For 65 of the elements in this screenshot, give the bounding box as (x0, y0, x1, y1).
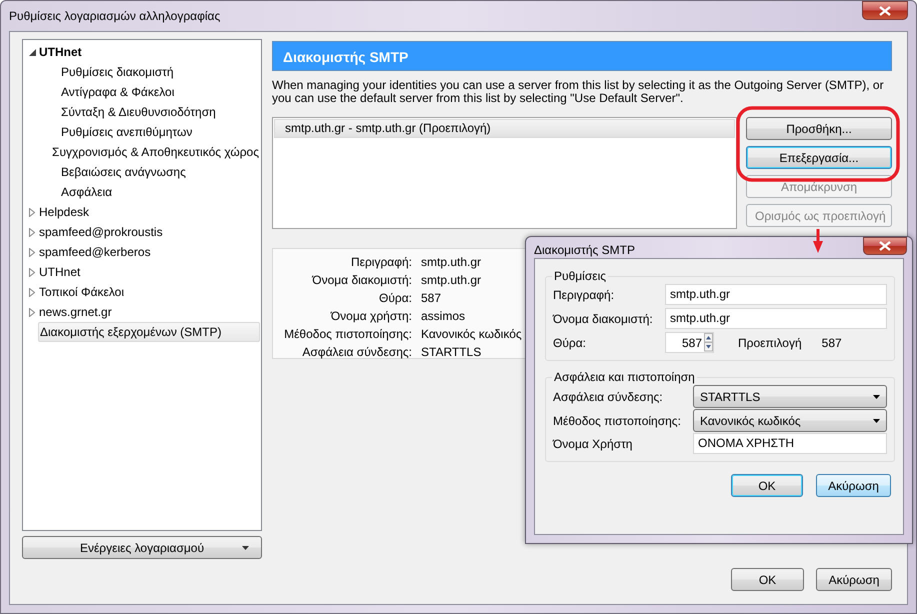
tree-item[interactable]: Διακομιστής εξερχομένων (SMTP) (38, 322, 260, 342)
group-title: Ρυθμίσεις (553, 269, 608, 283)
caret-icon (873, 418, 880, 422)
close-button[interactable] (863, 237, 907, 255)
detail-value: assimos (421, 309, 466, 323)
detail-value: smtp.uth.gr (421, 255, 482, 269)
detail-label: Ασφάλεια σύνδεσης: (301, 345, 412, 359)
cancel-button[interactable]: Ακύρωση (816, 568, 892, 591)
tree-item[interactable]: Ρυθμίσεις διακομιστή (60, 65, 175, 79)
detail-label: Μέθοδος πιστοποίησης: (283, 327, 412, 341)
arrow (812, 229, 824, 253)
cancel-button[interactable]: Ακύρωση (816, 474, 891, 497)
dropdown[interactable]: Κανονικός κωδικός (693, 409, 887, 432)
ok-button[interactable]: OK (731, 568, 804, 591)
server-item[interactable]: smtp.uth.gr - smtp.uth.gr (Προεπιλογή) (274, 119, 735, 138)
tree-item[interactable]: spamfeed@prokroustis (38, 225, 164, 239)
detail-value: STARTTLS (421, 345, 482, 359)
close-button[interactable] (862, 1, 908, 20)
tree-item[interactable]: spamfeed@kerberos (38, 245, 152, 259)
tree-item[interactable]: UTHnet (38, 265, 82, 279)
default-label: Προεπιλογή (738, 336, 802, 350)
description-text: When managing your identities you can use a server from this list by selecting it as the Outgoing Server (SMTP), or you can use the default server from this list by selecting "Use Default Server". (272, 79, 885, 105)
field-label: Μέθοδος πιστοποίησης: (553, 414, 682, 428)
field-label: Θύρα: (553, 336, 587, 350)
input-field[interactable]: smtp.uth.gr (665, 284, 887, 305)
tree-item[interactable]: Σύνταξη & Διευθυνσιοδότηση (60, 105, 217, 119)
detail-value: smtp.uth.gr (421, 273, 482, 287)
dropdown[interactable]: STARTTLS (693, 385, 887, 408)
input-field[interactable]: ΟΝΟΜΑ ΧΡΗΣΤΗ (693, 433, 887, 454)
tree-item[interactable]: Βεβαιώσεις ανάγνωσης (60, 165, 187, 179)
edit-button[interactable]: Επεξεργασία... (746, 146, 892, 169)
port-field[interactable]: 587 (665, 332, 714, 353)
tree-item[interactable]: Συγχρονισμός & Αποθηκευτικός χώρος (51, 145, 260, 159)
window-title: Ρυθμίσεις λογαριασμών αλληλογραφίας (9, 9, 220, 23)
tree-item[interactable]: UTHnet (38, 45, 83, 59)
detail-value: 587 (421, 291, 442, 305)
field-label: Όνομα διακομιστή: (553, 312, 654, 326)
field-label: Περιγραφή: (553, 288, 616, 302)
ok-button[interactable]: OK (731, 474, 803, 497)
tree-item[interactable]: Ρυθμίσεις ανεπιθύμητων (60, 125, 194, 139)
tree-item[interactable]: news.grnet.gr (38, 305, 113, 319)
account-actions-button[interactable]: Ενέργειες λογαριασμού (22, 536, 262, 559)
close-icon (879, 241, 891, 251)
default-value: 587 (822, 336, 842, 350)
tree-item[interactable]: Helpdesk (38, 205, 90, 219)
detail-value: Κανονικός κωδικός (421, 327, 522, 341)
tree-item[interactable]: Αντίγραφα & Φάκελοι (60, 85, 176, 99)
spinner-icon[interactable] (704, 333, 713, 352)
detail-label: Θύρα: (378, 291, 412, 305)
field-label: Ασφάλεια σύνδεσης: (553, 390, 664, 404)
detail-label: Όνομα διακομιστή: (310, 273, 412, 287)
panel-header: Διακομιστής SMTP (272, 41, 892, 71)
detail-label: Όνομα χρήστη: (330, 309, 412, 323)
caret-icon (873, 394, 880, 398)
dialog-title: Διακομιστής SMTP (534, 243, 635, 257)
add-button[interactable]: Προσθήκη... (746, 117, 892, 140)
tree-item[interactable]: Ασφάλεια (60, 185, 114, 199)
tree-item[interactable]: Τοπικοί Φάκελοι (38, 285, 126, 299)
input-field[interactable]: smtp.uth.gr (665, 308, 887, 329)
group-title: Ασφάλεια και πιστοποίηση (553, 370, 696, 384)
detail-label: Περιγραφή: (350, 255, 412, 269)
caret-icon (242, 546, 249, 550)
field-label: Όνομα Χρήστη (553, 436, 634, 450)
close-icon (879, 6, 891, 16)
expander-icon[interactable] (28, 48, 36, 56)
